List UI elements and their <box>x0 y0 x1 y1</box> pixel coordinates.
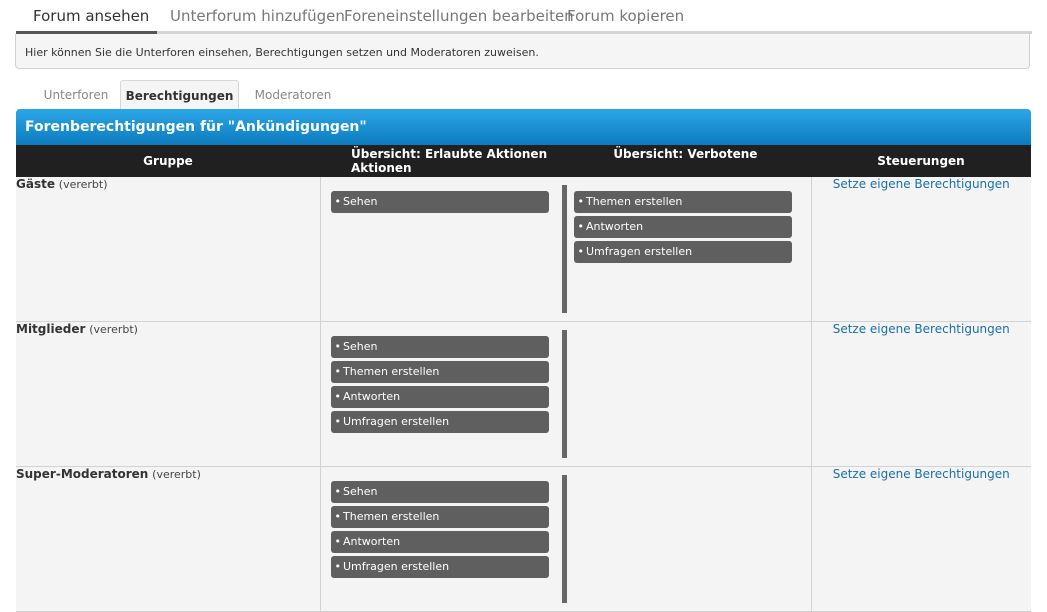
inherited-label: (vererbt) <box>152 468 201 481</box>
denied-action: Antworten <box>573 216 792 238</box>
allowed-action: Sehen <box>330 336 549 358</box>
set-permissions-link[interactable]: Setze eigene Berechtigungen <box>833 322 1010 336</box>
subtab-unterforen[interactable]: Unterforen <box>28 80 124 110</box>
col-header-group: Gruppe <box>16 145 320 177</box>
permissions-cell: Sehen Themen erstellen Antworten Umfrage… <box>320 466 812 612</box>
allowed-action: Antworten <box>330 386 549 408</box>
table-row: Super-Moderatoren (vererbt) Sehen Themen… <box>16 466 1031 612</box>
denied-list: Themen erstellen Antworten Umfragen erst… <box>561 185 812 313</box>
subtab-moderatoren[interactable]: Moderatoren <box>248 80 338 110</box>
table-row: Mitglieder (vererbt) Sehen Themen erstel… <box>16 321 1031 467</box>
table-row: Gäste (vererbt) Sehen Themen erstellen A… <box>16 177 1031 322</box>
allowed-action: Antworten <box>330 531 549 553</box>
col-header-allowed-label: Übersicht: Erlaubte Aktionen <box>351 147 548 161</box>
inherited-label: (vererbt) <box>89 323 138 336</box>
col-header-controls: Steuerungen <box>811 145 1031 177</box>
permissions-cell: Sehen Themen erstellen Antworten Umfrage… <box>320 177 811 322</box>
group-name: Super-Moderatoren <box>16 467 149 481</box>
panel-title: Forenberechtigungen für "Ankündigungen" <box>16 109 1031 145</box>
allowed-action: Themen erstellen <box>330 361 549 383</box>
permissions-panel: Forenberechtigungen für "Ankündigungen" … <box>16 109 1031 612</box>
denied-action: Umfragen erstellen <box>573 241 792 263</box>
permissions-table: Gruppe Übersicht: Erlaubte Aktionen Über… <box>16 145 1031 612</box>
group-cell: Gäste (vererbt) <box>16 177 321 322</box>
inherited-label: (vererbt) <box>58 178 108 191</box>
denied-action: Themen erstellen <box>573 191 792 213</box>
col-header-allowed: Übersicht: Erlaubte Aktionen Übersicht: … <box>320 145 811 177</box>
subtabs: Unterforen Berechtigungen Moderatoren <box>16 80 1032 110</box>
set-permissions-link[interactable]: Setze eigene Berechtigungen <box>833 467 1010 481</box>
tab-unterforum-hinzufuegen[interactable]: Unterforum hinzufügen <box>170 0 345 33</box>
allowed-list: Sehen <box>330 191 549 216</box>
set-permissions-link[interactable]: Setze eigene Berechtigungen <box>833 177 1010 191</box>
control-cell: Setze eigene Berechtigungen <box>810 466 1031 612</box>
group-name: Mitglieder <box>16 322 86 336</box>
allowed-list: Sehen Themen erstellen Antworten Umfrage… <box>330 336 549 436</box>
group-cell: Super-Moderatoren (vererbt) <box>16 466 321 612</box>
denied-list <box>561 330 812 458</box>
allowed-list: Sehen Themen erstellen Antworten Umfrage… <box>330 481 549 581</box>
group-name: Gäste <box>16 177 55 191</box>
subtab-berechtigungen[interactable]: Berechtigungen <box>120 80 239 110</box>
permissions-cell: Sehen Themen erstellen Antworten Umfrage… <box>320 321 812 467</box>
allowed-action: Umfragen erstellen <box>330 411 549 433</box>
info-text: Hier können Sie die Unterforen einsehen,… <box>15 34 1030 69</box>
denied-list <box>561 475 812 603</box>
allowed-action: Sehen <box>330 191 549 213</box>
control-cell: Setze eigene Berechtigungen <box>810 321 1031 467</box>
tab-foreneinstellungen-bearbeiten[interactable]: Foreneinstellungen bearbeiten <box>344 0 574 33</box>
allowed-action: Themen erstellen <box>330 506 549 528</box>
tab-forum-ansehen[interactable]: Forum ansehen <box>33 0 149 33</box>
tab-forum-kopieren[interactable]: Forum kopieren <box>567 0 684 33</box>
allowed-action: Sehen <box>330 481 549 503</box>
allowed-action: Umfragen erstellen <box>330 556 549 578</box>
top-navigation: Forum ansehen Unterforum hinzufügen Fore… <box>16 0 1032 34</box>
control-cell: Setze eigene Berechtigungen <box>810 177 1031 322</box>
group-cell: Mitglieder (vererbt) <box>16 321 321 467</box>
